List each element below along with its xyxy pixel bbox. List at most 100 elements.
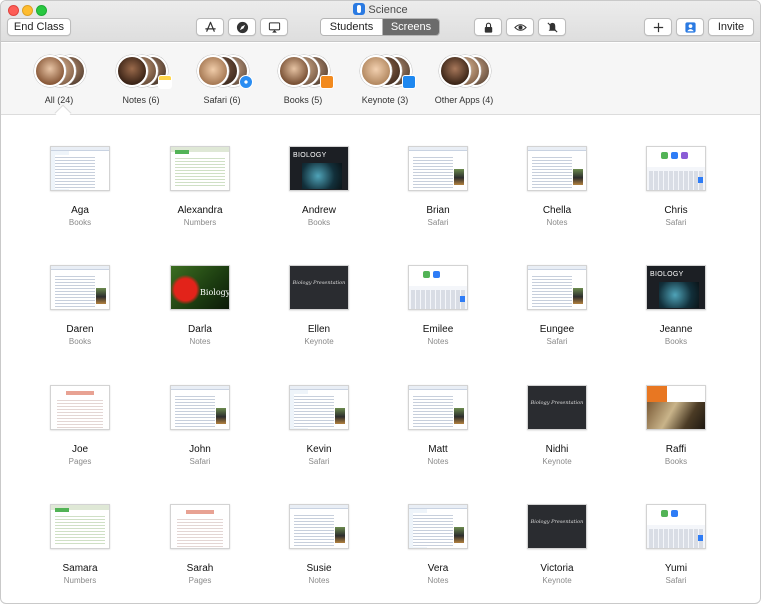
student-name: Susie <box>306 563 332 574</box>
student-name: Jeanne <box>659 324 693 335</box>
airplay-icon <box>268 21 280 33</box>
student-name: Kevin <box>306 444 332 455</box>
student-name: Victoria <box>540 563 574 574</box>
mute-button[interactable] <box>538 18 566 36</box>
filter-safari[interactable]: Safari (6) <box>190 55 254 105</box>
filter-keynote[interactable]: Keynote (3) <box>353 55 417 105</box>
add-button[interactable] <box>644 18 672 36</box>
student-name: Yumi <box>664 563 688 574</box>
lock-button[interactable] <box>474 18 502 36</box>
classroom-icon <box>684 21 696 33</box>
student-name: Ellen <box>307 324 331 335</box>
student-avatars <box>274 55 334 89</box>
avatar <box>116 55 148 87</box>
student-tile[interactable]: Joe Pages <box>20 385 140 466</box>
student-avatars <box>30 55 88 89</box>
filter-notes[interactable]: Notes (6) <box>109 55 173 105</box>
avatar <box>34 55 66 87</box>
student-tile[interactable]: Raffi Books <box>616 385 736 466</box>
screen-text: Biology Presentation <box>292 280 346 286</box>
student-app: Books <box>68 218 92 227</box>
student-name: Aga <box>71 205 89 216</box>
screen-thumbnail <box>408 146 468 191</box>
books-icon <box>320 75 334 89</box>
student-tile[interactable]: Alexandra Numbers <box>140 146 260 227</box>
student-tile[interactable]: Eungee Safari <box>497 265 617 346</box>
student-app: Notes <box>308 576 330 585</box>
student-name: Vera <box>427 563 449 574</box>
invite-button[interactable]: Invite <box>708 18 754 36</box>
student-name: Andrew <box>302 205 336 216</box>
student-tile[interactable]: Vera Notes <box>378 504 498 585</box>
student-app: Safari <box>308 457 330 466</box>
hide-button[interactable] <box>506 18 534 36</box>
classroom-app-icon <box>353 3 366 15</box>
window-title: Science <box>1 3 760 16</box>
student-name: Eungee <box>539 324 575 335</box>
student-app: Safari <box>427 218 449 227</box>
student-app: Safari <box>665 218 687 227</box>
airplay-button[interactable] <box>260 18 288 36</box>
student-tile[interactable]: Biology Presentation Nidhi Keynote <box>497 385 617 466</box>
student-tile[interactable]: Matt Notes <box>378 385 498 466</box>
student-tile[interactable]: Aga Books <box>20 146 140 227</box>
eye-icon <box>513 23 527 31</box>
window-title-text: Science <box>368 4 408 16</box>
student-tile[interactable]: BIOLOGY Andrew Books <box>259 146 379 227</box>
screen-thumbnail <box>527 265 587 310</box>
avatar <box>439 55 471 87</box>
class-info-button[interactable] <box>676 18 704 36</box>
screen-thumbnail <box>170 146 230 191</box>
student-tile[interactable]: Yumi Safari <box>616 504 736 585</box>
screen-text: BIOLOGY <box>650 271 684 278</box>
screens-segment[interactable]: Screens <box>383 19 439 35</box>
filter-other-apps[interactable]: Other Apps (4) <box>432 55 496 105</box>
student-avatars <box>193 55 253 89</box>
screen-thumbnail <box>170 504 230 549</box>
student-name: Nidhi <box>545 444 569 455</box>
student-tile[interactable]: Daren Books <box>20 265 140 346</box>
student-app: Notes <box>546 218 568 227</box>
keynote-icon <box>402 75 416 89</box>
student-app: Notes <box>427 457 449 466</box>
student-tile[interactable]: Susie Notes <box>259 504 379 585</box>
student-tile[interactable]: Chella Notes <box>497 146 617 227</box>
student-tile[interactable]: Biology Presentation Victoria Keynote <box>497 504 617 585</box>
filter-label: Books (5) <box>283 95 323 105</box>
student-tile[interactable]: Sarah Pages <box>140 504 260 585</box>
screen-thumbnail <box>646 504 706 549</box>
filter-books[interactable]: Books (5) <box>271 55 335 105</box>
student-tile[interactable]: Kevin Safari <box>259 385 379 466</box>
student-app: Books <box>664 457 688 466</box>
student-tile[interactable]: BIOLOGY Jeanne Books <box>616 265 736 346</box>
student-tile[interactable]: Biology Darla Notes <box>140 265 260 346</box>
compass-icon <box>236 21 248 33</box>
student-avatars <box>435 55 493 89</box>
title-bar: Science End Class Students Screens Invit… <box>1 1 760 42</box>
student-tile[interactable]: Samara Numbers <box>20 504 140 585</box>
students-segment[interactable]: Students <box>321 19 383 35</box>
screen-text: BIOLOGY <box>293 152 327 159</box>
end-class-button[interactable]: End Class <box>7 18 71 36</box>
screen-thumbnail <box>50 385 110 430</box>
student-app: Keynote <box>542 457 572 466</box>
screen-text: Biology Presentation <box>530 400 584 406</box>
student-app: Books <box>68 337 92 346</box>
student-tile[interactable]: Brian Safari <box>378 146 498 227</box>
filter-all[interactable]: All (24) <box>27 55 91 105</box>
student-app: Keynote <box>542 576 572 585</box>
view-segmented-control: Students Screens <box>320 18 440 36</box>
student-name: Chella <box>542 205 572 216</box>
safari-icon <box>239 75 253 89</box>
app-store-button[interactable] <box>196 18 224 36</box>
student-app: Keynote <box>304 337 334 346</box>
screen-thumbnail: Biology Presentation <box>527 385 587 430</box>
navigate-button[interactable] <box>228 18 256 36</box>
student-tile[interactable]: Biology Presentation Ellen Keynote <box>259 265 379 346</box>
student-app: Pages <box>188 576 212 585</box>
screen-thumbnail: BIOLOGY <box>289 146 349 191</box>
student-tile[interactable]: Emilee Notes <box>378 265 498 346</box>
student-tile[interactable]: Chris Safari <box>616 146 736 227</box>
student-tile[interactable]: John Safari <box>140 385 260 466</box>
student-app: Numbers <box>183 218 217 227</box>
